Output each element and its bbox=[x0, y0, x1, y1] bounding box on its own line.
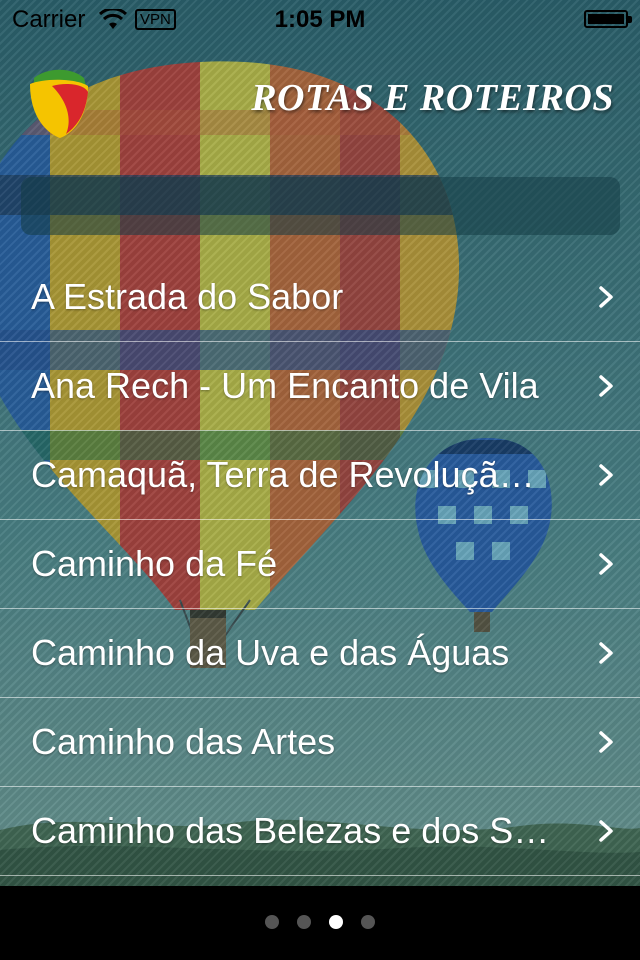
route-list: A Estrada do Sabor Ana Rech - Um Encanto… bbox=[0, 253, 640, 876]
list-item-label: Ana Rech - Um Encanto de Vila bbox=[31, 365, 539, 406]
list-item-label: Camaquã, Terra de Revolução e... bbox=[31, 454, 550, 495]
list-item-label: Caminho da Uva e das Águas bbox=[31, 632, 510, 673]
page-dots bbox=[0, 915, 640, 929]
chevron-right-icon bbox=[599, 731, 613, 753]
list-item[interactable]: Caminho da Uva e das Águas bbox=[0, 609, 640, 698]
page-dot-2[interactable] bbox=[297, 915, 311, 929]
search-input[interactable] bbox=[21, 177, 620, 235]
chevron-right-icon bbox=[599, 820, 613, 842]
list-item[interactable]: Camaquã, Terra de Revolução e... bbox=[0, 431, 640, 520]
list-item-label: Caminho das Belezas e dos Sabo... bbox=[31, 810, 550, 851]
list-item[interactable]: A Estrada do Sabor bbox=[0, 253, 640, 342]
chevron-right-icon bbox=[599, 642, 613, 664]
list-item-label: Caminho da Fé bbox=[31, 543, 278, 584]
list-item-label: Caminho das Artes bbox=[31, 721, 336, 762]
chevron-right-icon bbox=[599, 464, 613, 486]
regional-logo-icon[interactable] bbox=[26, 64, 90, 140]
status-time: 1:05 PM bbox=[274, 6, 366, 33]
chevron-right-icon bbox=[599, 286, 613, 308]
page-dot-1[interactable] bbox=[265, 915, 279, 929]
status-bar: Carrier VPN 1:05 PM bbox=[0, 0, 640, 40]
list-item[interactable]: Ana Rech - Um Encanto de Vila bbox=[0, 342, 640, 431]
page-title: ROTAS E ROTEIROS bbox=[251, 77, 614, 119]
app-screen: Carrier VPN 1:05 PM ROTAS E ROTEIROS A E… bbox=[0, 0, 640, 960]
list-item[interactable]: Caminho das Artes bbox=[0, 698, 640, 787]
chevron-right-icon bbox=[599, 553, 613, 575]
battery-level bbox=[588, 14, 624, 24]
list-item-label: A Estrada do Sabor bbox=[31, 276, 344, 317]
battery-icon bbox=[584, 10, 632, 28]
page-dot-3[interactable] bbox=[329, 915, 343, 929]
page-dot-4[interactable] bbox=[361, 915, 375, 929]
chevron-right-icon bbox=[599, 375, 613, 397]
list-item[interactable]: Caminho da Fé bbox=[0, 520, 640, 609]
list-item[interactable]: Caminho das Belezas e dos Sabo... bbox=[0, 787, 640, 876]
page-control[interactable] bbox=[0, 886, 640, 960]
